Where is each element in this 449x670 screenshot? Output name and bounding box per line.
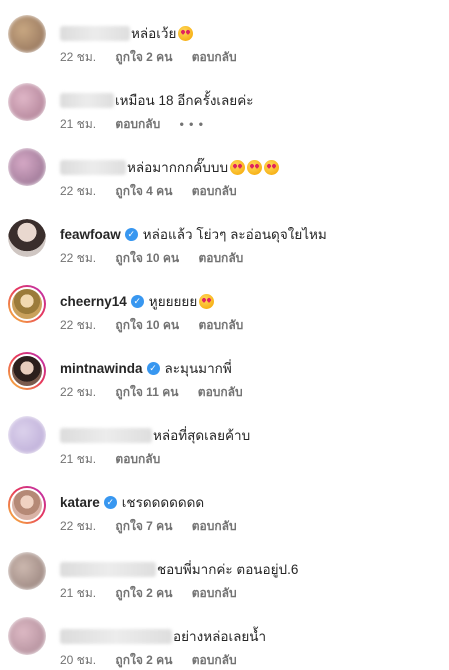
likes-count[interactable]: ถูกใจ 2 คน xyxy=(115,586,172,600)
comment-time: 22 ชม. xyxy=(60,318,97,332)
comment-item: หล่อมากกกคั๊บบบ 22 ชม. ถูกใจ 4 คน ตอบกลั… xyxy=(0,134,449,201)
avatar[interactable] xyxy=(8,15,46,53)
blurred-username[interactable] xyxy=(60,427,152,443)
reply-button[interactable]: ตอบกลับ xyxy=(192,586,237,600)
avatar[interactable] xyxy=(8,486,46,524)
heart-eyes-emoji-icon xyxy=(178,25,194,41)
avatar[interactable] xyxy=(8,285,46,323)
username[interactable]: mintnawinda xyxy=(60,361,143,376)
comment-text: อย่างหล่อเลยน้ำ xyxy=(173,629,267,644)
avatar[interactable] xyxy=(8,148,46,186)
avatar[interactable] xyxy=(8,552,46,590)
heart-eyes-emoji-icon xyxy=(230,159,246,175)
comment-item: feawfoaw ✓ หล่อแล้ว โย่วๆ ละอ่อนดุจใยไหม… xyxy=(0,201,449,268)
comment-text: หล่อแล้ว โย่วๆ ละอ่อนดุจใยไหม xyxy=(142,227,327,242)
comment-text: หล่อเว้ย xyxy=(131,26,177,41)
reply-button[interactable]: ตอบกลับ xyxy=(192,50,237,64)
more-options-icon[interactable]: • • • xyxy=(180,117,204,131)
comment-time: 21 ชม. xyxy=(60,452,97,466)
comment-time: 22 ชม. xyxy=(60,385,97,399)
comment-time: 20 ชม. xyxy=(60,653,97,667)
likes-count[interactable]: ถูกใจ 11 คน xyxy=(115,385,178,399)
likes-count[interactable]: ถูกใจ 2 คน xyxy=(115,50,172,64)
comment-time: 21 ชม. xyxy=(60,586,97,600)
avatar[interactable] xyxy=(8,219,46,257)
verified-badge-icon: ✓ xyxy=(146,361,160,375)
reply-button[interactable]: ตอบกลับ xyxy=(192,519,237,533)
comment-text: หล่อมากกกคั๊บบบ xyxy=(127,160,229,175)
avatar[interactable] xyxy=(8,352,46,390)
blurred-username[interactable] xyxy=(60,159,126,175)
verified-badge-icon: ✓ xyxy=(130,294,144,308)
likes-count[interactable]: ถูกใจ 2 คน xyxy=(115,653,172,667)
comment-time: 22 ชม. xyxy=(60,519,97,533)
comment-time: 22 ชม. xyxy=(60,50,97,64)
reply-button[interactable]: ตอบกลับ xyxy=(198,385,243,399)
comment-text: หูยยยยย xyxy=(148,294,198,309)
comment-time: 22 ชม. xyxy=(60,251,97,265)
blurred-username[interactable] xyxy=(60,92,114,108)
avatar[interactable] xyxy=(8,617,46,655)
reply-button[interactable]: ตอบกลับ xyxy=(115,452,160,466)
username[interactable]: katare xyxy=(60,495,100,510)
heart-eyes-emoji-icon xyxy=(247,159,263,175)
likes-count[interactable]: ถูกใจ 10 คน xyxy=(115,318,179,332)
reply-button[interactable]: ตอบกลับ xyxy=(198,251,243,265)
username[interactable]: feawfoaw xyxy=(60,227,121,242)
likes-count[interactable]: ถูกใจ 7 คน xyxy=(115,519,172,533)
comment-item: เหมือน 18 อีกครั้งเลยค่ะ 21 ชม. ตอบกลับ … xyxy=(0,67,449,134)
comment-text: ละมุนมากพี่ xyxy=(164,361,232,376)
comment-text: เชรดดดดดดด xyxy=(121,495,205,510)
reply-button[interactable]: ตอบกลับ xyxy=(192,653,237,667)
comment-time: 22 ชม. xyxy=(60,184,97,198)
comment-text: ชอบพี่มากค่ะ ตอนอยู่ป.6 xyxy=(157,562,299,577)
comment-item: ชอบพี่มากค่ะ ตอนอยู่ป.6 21 ชม. ถูกใจ 2 ค… xyxy=(0,536,449,603)
comment-item: cheerny14 ✓ หูยยยยย 22 ชม. ถูกใจ 10 คน ต… xyxy=(0,268,449,335)
blurred-username[interactable] xyxy=(60,628,172,644)
comment-item: katare ✓ เชรดดดดดดด 22 ชม. ถูกใจ 7 คน ตอ… xyxy=(0,469,449,536)
comment-item: หล่อที่สุดเลยค้าบ 21 ชม. ตอบกลับ xyxy=(0,402,449,469)
comment-text: หล่อที่สุดเลยค้าบ xyxy=(153,428,251,443)
reply-button[interactable]: ตอบกลับ xyxy=(198,318,243,332)
verified-badge-icon: ✓ xyxy=(124,227,138,241)
avatar[interactable] xyxy=(8,416,46,454)
comment-item: mintnawinda ✓ ละมุนมากพี่ 22 ชม. ถูกใจ 1… xyxy=(0,335,449,402)
heart-eyes-emoji-icon xyxy=(199,293,215,309)
comment-item: หล่อเว้ย 22 ชม. ถูกใจ 2 คน ตอบกลับ xyxy=(0,0,449,67)
username[interactable]: cheerny14 xyxy=(60,294,127,309)
comment-time: 21 ชม. xyxy=(60,117,97,131)
avatar[interactable] xyxy=(8,83,46,121)
heart-eyes-emoji-icon xyxy=(264,159,280,175)
verified-badge-icon: ✓ xyxy=(103,495,117,509)
blurred-username[interactable] xyxy=(60,25,130,41)
blurred-username[interactable] xyxy=(60,561,156,577)
reply-button[interactable]: ตอบกลับ xyxy=(115,117,160,131)
comment-text: เหมือน 18 อีกครั้งเลยค่ะ xyxy=(115,93,254,108)
likes-count[interactable]: ถูกใจ 4 คน xyxy=(115,184,172,198)
reply-button[interactable]: ตอบกลับ xyxy=(192,184,237,198)
likes-count[interactable]: ถูกใจ 10 คน xyxy=(115,251,179,265)
